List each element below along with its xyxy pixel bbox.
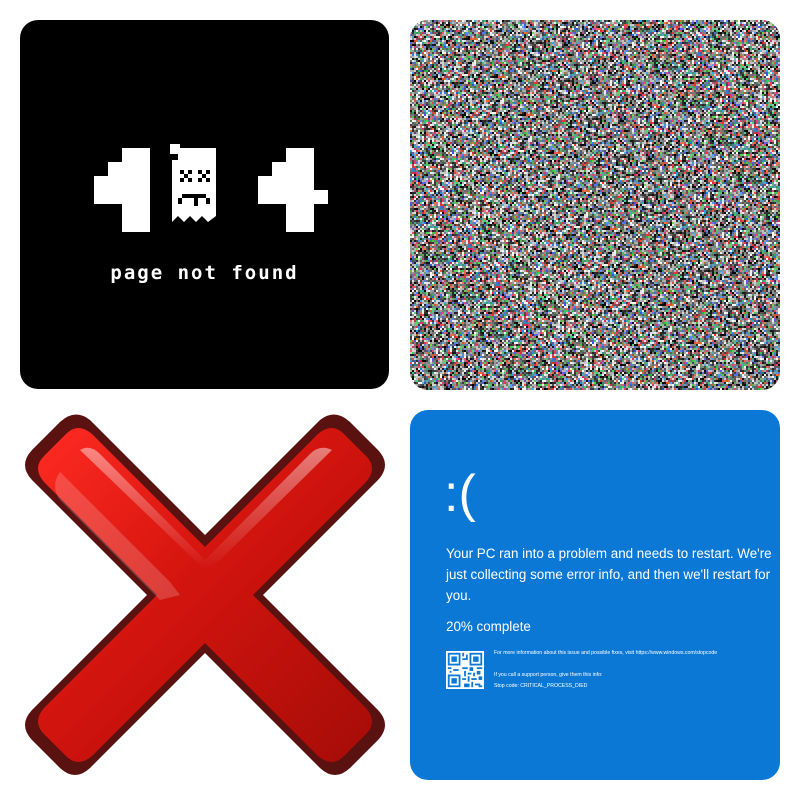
- error-x-tile: [20, 410, 390, 780]
- error-message: Your PC ran into a problem and needs to …: [446, 546, 772, 603]
- more-info-text: For more information about this issue an…: [494, 650, 718, 656]
- blue-screen-tile: :( Your PC ran into a problem and needs …: [410, 410, 780, 780]
- digit-four-left: [94, 148, 150, 232]
- page-not-found-label: page not found: [110, 262, 299, 284]
- 404-graphic: [94, 144, 328, 232]
- broken-file-sad-face-icon: [170, 144, 216, 228]
- not-found-tile: page not found: [20, 20, 389, 389]
- digit-four-right: [258, 148, 328, 232]
- progress-text: 20% complete: [446, 619, 531, 634]
- support-text: If you call a support person, give them …: [494, 672, 603, 678]
- sad-face: :(: [444, 465, 476, 523]
- qr-code-icon: [446, 651, 484, 689]
- red-x-icon: [25, 414, 385, 775]
- static-noise-image: [410, 20, 780, 390]
- stop-code-text: Stop code: CRITICAL_PROCESS_DIED: [494, 683, 588, 689]
- static-noise-tile: [410, 20, 780, 390]
